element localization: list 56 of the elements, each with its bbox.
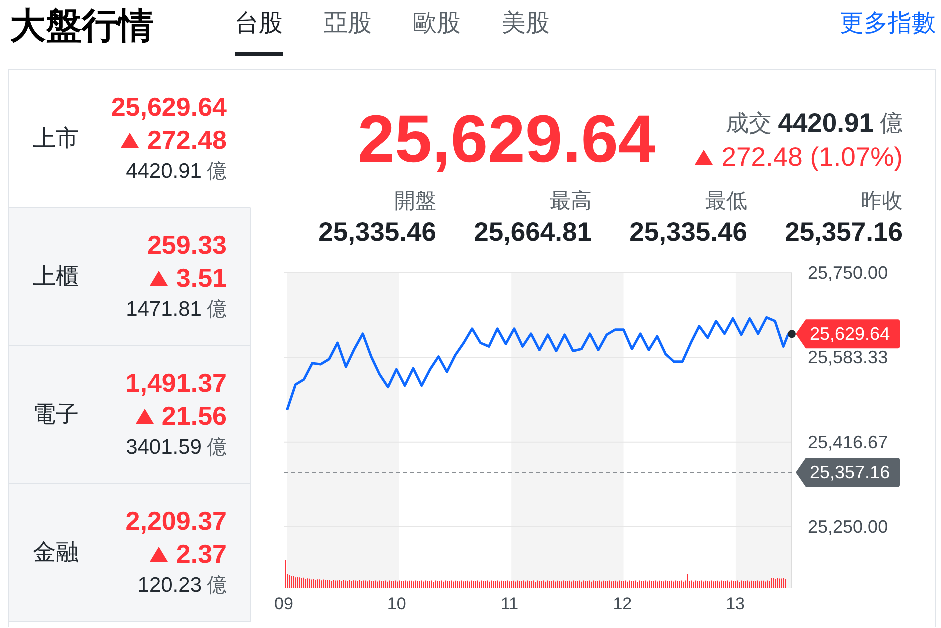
change-value: 3.51 — [176, 262, 227, 294]
page-title: 大盤行情 — [10, 4, 155, 48]
x-tick-label: 09 — [274, 594, 294, 614]
market-name: 上市 — [33, 124, 79, 153]
turnover-value: 3401.59 — [126, 434, 202, 460]
change-value: 272.48 — [147, 124, 227, 156]
index-price: 25,629.64 — [358, 101, 656, 179]
change-value: 272.48 (1.07%) — [722, 142, 903, 172]
x-tick-label: 13 — [726, 594, 746, 614]
y-tick-label: 25,750.00 — [808, 263, 888, 283]
market-tab[interactable]: 美股 — [502, 0, 550, 56]
annotation: 25,629.64 — [810, 324, 890, 344]
market-name: 金融 — [33, 538, 79, 567]
previous-close-tag: 25,357.16 — [796, 458, 900, 488]
x-tick-label: 11 — [500, 594, 519, 614]
stat-label: 最低 — [706, 189, 748, 215]
stat-value: 25,357.16 — [785, 216, 903, 248]
y-tick-label: 25,250.00 — [808, 517, 888, 538]
market-name: 上櫃 — [33, 262, 79, 291]
change-value: 21.56 — [162, 400, 227, 432]
turnover-value: 120.23 — [138, 572, 202, 598]
last-price-tag: 25,629.64 — [796, 320, 900, 349]
market-tab[interactable]: 亞股 — [324, 0, 372, 56]
change-value: 2.37 — [176, 538, 227, 570]
y-tick-label: 25,583.33 — [808, 348, 888, 368]
turnover-value: 4420.91 — [778, 108, 874, 138]
x-tick-label: 12 — [613, 594, 632, 614]
turnover-label: 成交 — [726, 108, 772, 138]
unit-label: 億 — [880, 108, 903, 138]
x-tick-label: 10 — [387, 594, 406, 614]
ref-line-label: 25,357.16 — [810, 462, 890, 483]
stat-label: 最高 — [550, 189, 592, 215]
unit-label: 億 — [207, 436, 227, 460]
market-card[interactable]: 上櫃 259.33 3.51 1471.81 億 — [9, 208, 251, 346]
dot-marker-icon — [788, 330, 796, 338]
market-card[interactable]: 金融 2,209.37 2.37 120.23 億 — [9, 484, 251, 622]
market-tab[interactable]: 台股 — [235, 0, 283, 56]
y-tick-label: 25,416.67 — [808, 432, 888, 452]
market-card[interactable]: 電子 1,491.37 21.56 3401.59 億 — [9, 346, 251, 484]
index-value: 25,629.64 — [111, 90, 227, 124]
stat-label: 昨收 — [861, 189, 903, 215]
turnover-value: 1471.81 — [126, 296, 202, 322]
index-value: 2,209.37 — [126, 504, 227, 538]
unit-label: 億 — [207, 160, 227, 184]
stat-value: 25,335.46 — [630, 216, 748, 248]
more-indices-link[interactable]: 更多指數 — [840, 0, 936, 48]
stat-label: 開盤 — [394, 189, 436, 215]
turnover-value: 4420.91 — [126, 158, 202, 184]
stat-value: 25,335.46 — [318, 216, 436, 248]
stat-value: 25,664.81 — [474, 216, 592, 248]
market-tab[interactable]: 歐股 — [413, 0, 461, 56]
unit-label: 億 — [207, 574, 227, 598]
unit-label: 億 — [207, 298, 227, 322]
index-value: 1,491.37 — [126, 366, 227, 400]
market-name: 電子 — [33, 400, 79, 429]
index-value: 259.33 — [147, 228, 227, 262]
